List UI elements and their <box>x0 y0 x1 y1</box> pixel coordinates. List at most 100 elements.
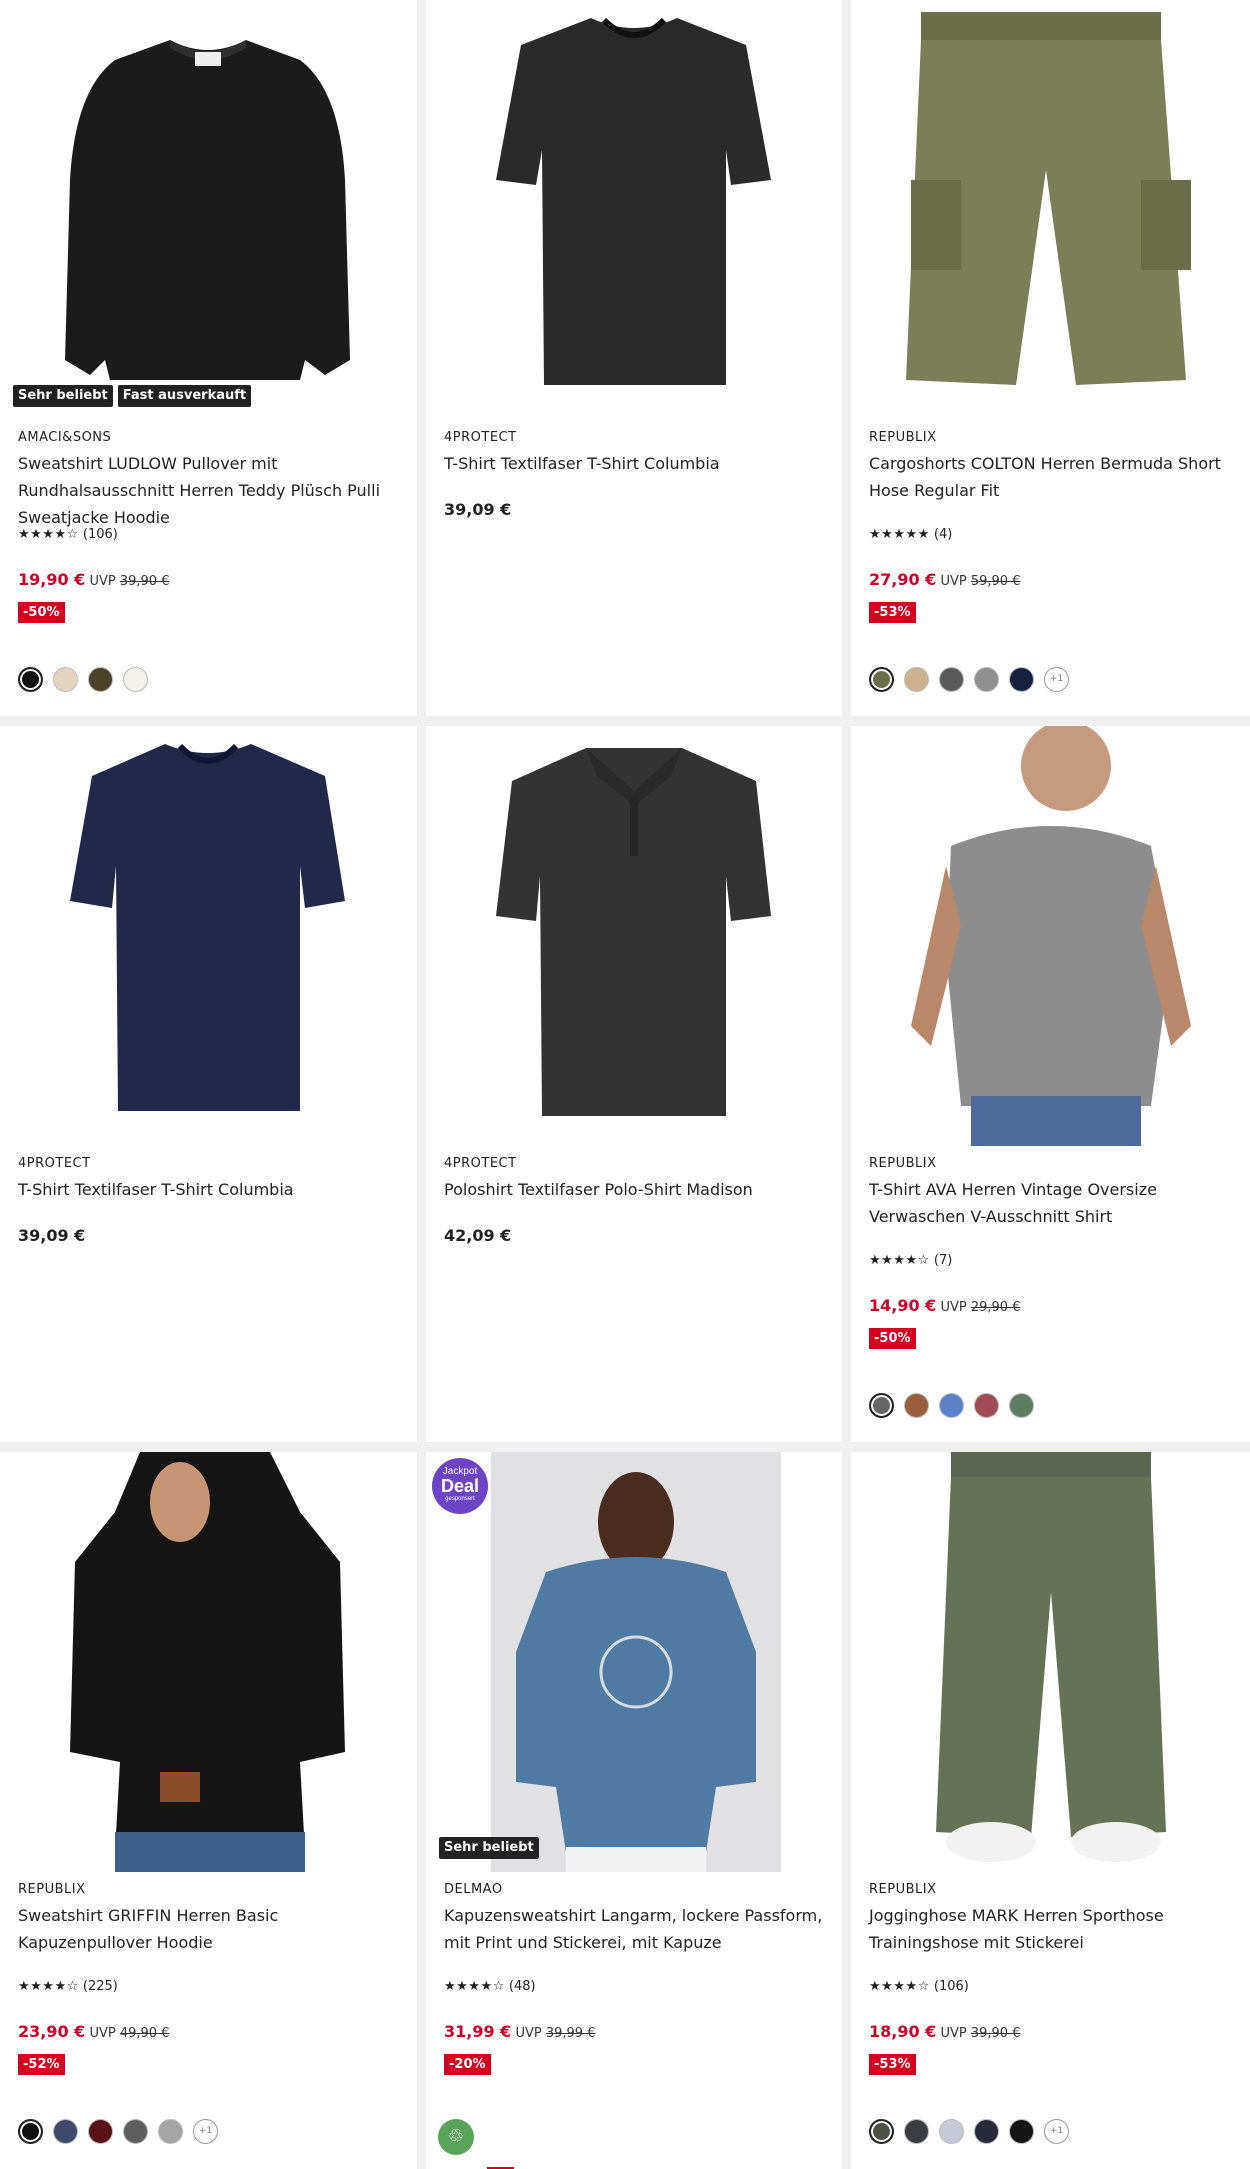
color-swatch[interactable] <box>1009 2119 1034 2144</box>
price-row: 23,90 € UVP 49,90 € <box>18 2022 169 2041</box>
product-card[interactable]: Sehr beliebt Fast ausverkauft AMACI&SONS Sw… <box>0 0 417 716</box>
price: 39,09 € <box>18 1226 86 1245</box>
status-badge: Sehr beliebt <box>439 1837 539 1859</box>
old-price: 39,90 € <box>119 574 170 589</box>
color-swatch[interactable] <box>88 2119 113 2144</box>
rating[interactable]: ★★★★☆ (225) <box>18 1979 118 1994</box>
badge-list: Sehr beliebt Fast ausverkauft <box>13 385 252 407</box>
color-swatch[interactable] <box>974 1393 999 1418</box>
color-swatch[interactable] <box>939 2119 964 2144</box>
color-swatches: +1 <box>869 667 1069 692</box>
product-title[interactable]: T-Shirt Textilfaser T-Shirt Columbia <box>444 450 836 477</box>
brand-name: REPUBLIX <box>869 1882 937 1897</box>
rating[interactable]: ★★★★★ (4) <box>869 527 952 542</box>
product-image[interactable] <box>426 0 842 420</box>
color-swatch[interactable] <box>869 667 894 692</box>
uvp-label: UVP <box>940 2026 967 2041</box>
product-title[interactable]: Kapuzensweatshirt Langarm, lockere Passf… <box>444 1902 836 1956</box>
color-swatch[interactable] <box>158 2119 183 2144</box>
price-row: 18,90 € UVP 39,90 € <box>869 2022 1020 2041</box>
discount-badge: -52% <box>18 2054 65 2075</box>
price: 23,90 € <box>18 2022 86 2041</box>
color-swatch[interactable] <box>88 667 113 692</box>
product-title[interactable]: T-Shirt AVA Herren Vintage Oversize Verw… <box>869 1176 1244 1230</box>
color-swatch[interactable] <box>18 667 43 692</box>
color-swatches: +1 <box>869 2119 1069 2144</box>
rating[interactable]: ★★★★☆ (48) <box>444 1979 536 1994</box>
color-swatches: +1 <box>18 2119 218 2144</box>
rating-count: (106) <box>82 527 118 542</box>
color-swatch[interactable] <box>904 2119 929 2144</box>
product-title[interactable]: Poloshirt Textilfaser Polo-Shirt Madison <box>444 1176 836 1203</box>
product-title[interactable]: Cargoshorts COLTON Herren Bermuda Short … <box>869 450 1244 504</box>
product-card[interactable]: 4PROTECT Poloshirt Textilfaser Polo-Shirt… <box>426 726 842 1442</box>
more-colors-button[interactable]: +1 <box>1044 2119 1069 2144</box>
brand-name: REPUBLIX <box>18 1882 86 1897</box>
product-title[interactable]: T-Shirt Textilfaser T-Shirt Columbia <box>18 1176 411 1203</box>
rating[interactable]: ★★★★☆ (7) <box>869 1253 952 1268</box>
product-image[interactable] <box>851 726 1250 1146</box>
product-image[interactable] <box>0 726 417 1146</box>
color-swatch[interactable] <box>904 1393 929 1418</box>
color-swatch[interactable] <box>53 2119 78 2144</box>
color-swatch[interactable] <box>123 667 148 692</box>
color-swatch[interactable] <box>939 667 964 692</box>
price: 18,90 € <box>869 2022 937 2041</box>
old-price: 39,99 € <box>545 2026 596 2041</box>
product-image[interactable] <box>0 1452 417 1872</box>
old-price: 29,90 € <box>970 1300 1021 1315</box>
otto-up-icon: ♲ <box>438 2119 474 2155</box>
product-card[interactable]: REPUBLIX T-Shirt AVA Herren Vintage Overs… <box>851 726 1250 1442</box>
badge-list: Sehr beliebt <box>439 1837 539 1859</box>
jackpot-deal-badge: Jackpot Deal gesponsert <box>432 1458 488 1514</box>
uvp-label: UVP <box>515 2026 542 2041</box>
status-badge: Fast ausverkauft <box>117 385 252 407</box>
more-colors-button[interactable]: +1 <box>193 2119 218 2144</box>
product-title[interactable]: Jogginghose MARK Herren Sporthose Traini… <box>869 1902 1244 1956</box>
product-image[interactable] <box>0 0 417 420</box>
color-swatch[interactable] <box>869 2119 894 2144</box>
star-rating: ★★★★☆ <box>869 1253 930 1268</box>
color-swatch[interactable] <box>939 1393 964 1418</box>
color-swatch[interactable] <box>869 1393 894 1418</box>
rating[interactable]: ★★★★☆ (106) <box>869 1979 969 1994</box>
rating-count: (4) <box>933 527 953 542</box>
jackpot-text: Deal <box>440 1476 480 1496</box>
product-card[interactable]: 4PROTECT T-Shirt Textilfaser T-Shirt Colu… <box>426 0 842 716</box>
jackpot-text: gesponsert <box>445 1496 475 1502</box>
color-swatch[interactable] <box>904 667 929 692</box>
product-title[interactable]: Sweatshirt GRIFFIN Herren Basic Kapuzenp… <box>18 1902 411 1956</box>
product-image[interactable] <box>851 0 1250 420</box>
color-swatch[interactable] <box>18 2119 43 2144</box>
discount-badge: -50% <box>869 1328 916 1349</box>
product-image[interactable]: Jackpot Deal gesponsert <box>426 1452 842 1872</box>
more-colors-button[interactable]: +1 <box>1044 667 1069 692</box>
color-swatch[interactable] <box>974 667 999 692</box>
product-image[interactable] <box>851 1452 1250 1872</box>
product-card[interactable]: REPUBLIX Cargoshorts COLTON Herren Bermud… <box>851 0 1250 716</box>
old-price: 39,90 € <box>970 2026 1021 2041</box>
color-swatch[interactable] <box>123 2119 148 2144</box>
product-card[interactable]: Jackpot Deal gesponsert Sehr beliebt DELMAO K… <box>426 1452 842 2169</box>
color-swatches <box>869 1393 1034 1418</box>
product-card[interactable]: REPUBLIX Sweatshirt GRIFFIN Herren Basic … <box>0 1452 417 2169</box>
discount-badge: -53% <box>869 602 916 623</box>
product-title[interactable]: Sweatshirt LUDLOW Pullover mit Rundhalsa… <box>18 450 411 531</box>
color-swatch[interactable] <box>53 667 78 692</box>
uvp-label: UVP <box>89 574 116 589</box>
product-card[interactable]: 4PROTECT T-Shirt Textilfaser T-Shirt Colu… <box>0 726 417 1442</box>
product-image[interactable] <box>426 726 842 1146</box>
old-price: 59,90 € <box>970 574 1021 589</box>
rating[interactable]: ★★★★☆ (106) <box>18 527 118 542</box>
discount-badge: -50% <box>18 602 65 623</box>
price: 39,09 € <box>444 500 512 519</box>
brand-name: 4PROTECT <box>444 430 517 445</box>
color-swatch[interactable] <box>974 2119 999 2144</box>
rating-count: (7) <box>933 1253 953 1268</box>
color-swatch[interactable] <box>1009 1393 1034 1418</box>
star-rating: ★★★★☆ <box>18 1979 79 1994</box>
brand-name: AMACI&SONS <box>18 430 112 445</box>
color-swatch[interactable] <box>1009 667 1034 692</box>
star-rating: ★★★★★ <box>869 527 930 542</box>
product-card[interactable]: REPUBLIX Jogginghose MARK Herren Sporthos… <box>851 1452 1250 2169</box>
